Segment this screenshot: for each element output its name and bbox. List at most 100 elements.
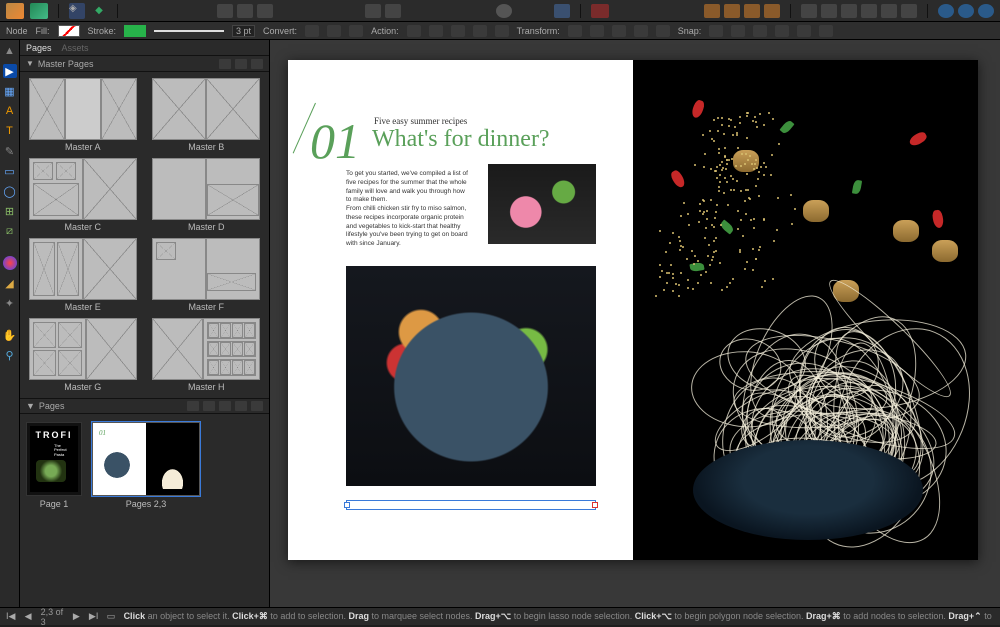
- tab-pages[interactable]: Pages: [26, 43, 52, 53]
- snap-5-icon[interactable]: [797, 25, 811, 37]
- artistic-text-tool-icon[interactable]: A: [3, 104, 17, 118]
- boolean-subtract-icon[interactable]: [958, 4, 974, 18]
- master-item[interactable]: Master D: [150, 158, 264, 232]
- move-front-one-icon[interactable]: [744, 4, 760, 18]
- pages-section-header[interactable]: ▼ Pages: [20, 398, 269, 414]
- stroke-width-slider[interactable]: [154, 30, 224, 32]
- page-left[interactable]: 01 Five easy summer recipes What's for d…: [288, 60, 633, 560]
- align-panel-icon[interactable]: [554, 4, 570, 18]
- picture-frame-tool-icon[interactable]: ⊞: [3, 204, 17, 218]
- zoom-tool-icon[interactable]: ⚲: [3, 348, 17, 362]
- master-item[interactable]: Master A: [26, 78, 140, 152]
- nav-next-icon[interactable]: ▶: [72, 612, 81, 622]
- snap-1-icon[interactable]: [709, 25, 723, 37]
- snap-6-icon[interactable]: [819, 25, 833, 37]
- master-menu-icon[interactable]: [251, 59, 263, 69]
- nav-prev-icon[interactable]: ◀: [23, 612, 32, 622]
- app-icon-designer[interactable]: [30, 3, 48, 19]
- ellipse-tool-icon[interactable]: ◯: [3, 184, 17, 198]
- image-frame-large[interactable]: [346, 266, 596, 486]
- fill-tool-icon[interactable]: ◢: [3, 276, 17, 290]
- align-center-icon[interactable]: [821, 4, 837, 18]
- clip-canvas-icon[interactable]: [257, 4, 273, 18]
- node-tool-icon[interactable]: ▶: [3, 64, 17, 78]
- rectangle-tool-icon[interactable]: ▭: [3, 164, 17, 178]
- frame-handle-right[interactable]: [592, 502, 598, 508]
- tab-assets[interactable]: Assets: [62, 43, 89, 53]
- action-reverse-icon[interactable]: [495, 25, 509, 37]
- snap-4-icon[interactable]: [775, 25, 789, 37]
- master-view-list-icon[interactable]: [219, 59, 231, 69]
- align-bottom-icon[interactable]: [901, 4, 917, 18]
- page-item-selected[interactable]: Pages 2,3: [92, 422, 200, 509]
- master-item[interactable]: Master B: [150, 78, 264, 152]
- convert-sharp-icon[interactable]: [305, 25, 319, 37]
- transform-5-icon[interactable]: [656, 25, 670, 37]
- transform-origin-icon[interactable]: [590, 25, 604, 37]
- vector-crop-tool-icon[interactable]: ⧄: [3, 224, 17, 238]
- pages-view-single-icon[interactable]: [219, 401, 231, 411]
- canvas[interactable]: 01 Five easy summer recipes What's for d…: [270, 40, 1000, 607]
- align-middle-icon[interactable]: [881, 4, 897, 18]
- move-front-icon[interactable]: [764, 4, 780, 18]
- master-item[interactable]: Master G: [26, 318, 140, 392]
- align-right-icon[interactable]: [841, 4, 857, 18]
- snap-3-icon[interactable]: [753, 25, 767, 37]
- action-break-icon[interactable]: [407, 25, 421, 37]
- action-close-icon[interactable]: [429, 25, 443, 37]
- master-view-grid-icon[interactable]: [235, 59, 247, 69]
- image-frame-small[interactable]: [488, 164, 596, 244]
- disclosure-triangle-icon[interactable]: ▼: [26, 59, 34, 68]
- app-icon-publisher[interactable]: [6, 3, 24, 19]
- preview-mode-icon[interactable]: [237, 4, 253, 18]
- convert-smart-icon[interactable]: [349, 25, 363, 37]
- move-back-one-icon[interactable]: [724, 4, 740, 18]
- boolean-intersect-icon[interactable]: [978, 4, 994, 18]
- color-picker-tool-icon[interactable]: [3, 256, 17, 270]
- nav-last-icon[interactable]: ▶I: [89, 612, 98, 622]
- persona-designer-icon[interactable]: ◆: [91, 3, 107, 19]
- master-item[interactable]: Master E: [26, 238, 140, 312]
- frame-handle-left[interactable]: [344, 502, 350, 508]
- pages-find-icon[interactable]: [187, 401, 199, 411]
- align-left-icon[interactable]: [801, 4, 817, 18]
- action-join-icon[interactable]: [473, 25, 487, 37]
- baseline-grid-icon[interactable]: [365, 4, 381, 18]
- table-tool-icon[interactable]: ▦: [3, 84, 17, 98]
- persona-publisher-icon[interactable]: ◈: [69, 3, 85, 19]
- transparency-tool-icon[interactable]: ✦: [3, 296, 17, 310]
- disclosure-triangle-icon[interactable]: ▼: [26, 401, 35, 411]
- stroke-width-field[interactable]: 3 pt: [232, 25, 255, 37]
- move-tool-icon[interactable]: ▲: [3, 44, 17, 58]
- master-item[interactable]: Master H: [150, 318, 264, 392]
- convert-smooth-icon[interactable]: [327, 25, 341, 37]
- pen-tool-icon[interactable]: ✎: [3, 144, 17, 158]
- view-mode-icon[interactable]: [217, 4, 233, 18]
- action-smooth-icon[interactable]: [451, 25, 465, 37]
- nav-first-icon[interactable]: I◀: [6, 612, 15, 622]
- show-handles-icon[interactable]: [612, 25, 626, 37]
- move-back-icon[interactable]: [704, 4, 720, 18]
- nav-menu-icon[interactable]: ▭: [106, 612, 115, 622]
- align-top-icon[interactable]: [861, 4, 877, 18]
- text-flow-icon[interactable]: [385, 4, 401, 18]
- boolean-add-icon[interactable]: [938, 4, 954, 18]
- frame-text-tool-icon[interactable]: T: [3, 124, 17, 138]
- snapping-toggle-icon[interactable]: [591, 4, 609, 18]
- master-item[interactable]: Master C: [26, 158, 140, 232]
- fill-swatch[interactable]: [58, 25, 80, 37]
- master-pages-header[interactable]: ▼ Master Pages: [20, 56, 269, 72]
- page-item[interactable]: TROFI The Perfect Pasta Page 1: [26, 422, 82, 509]
- page-right[interactable]: [633, 60, 978, 560]
- snap-2-icon[interactable]: [731, 25, 745, 37]
- pan-tool-icon[interactable]: ✋: [3, 328, 17, 342]
- selected-text-frame[interactable]: [346, 500, 596, 510]
- stroke-swatch[interactable]: [124, 25, 146, 37]
- preflight-icon[interactable]: [496, 4, 512, 18]
- transform-4-icon[interactable]: [634, 25, 648, 37]
- master-item[interactable]: Master F: [150, 238, 264, 312]
- pages-view-spread-icon[interactable]: [203, 401, 215, 411]
- transform-mode-icon[interactable]: [568, 25, 582, 37]
- pages-add-icon[interactable]: [235, 401, 247, 411]
- pages-delete-icon[interactable]: [251, 401, 263, 411]
